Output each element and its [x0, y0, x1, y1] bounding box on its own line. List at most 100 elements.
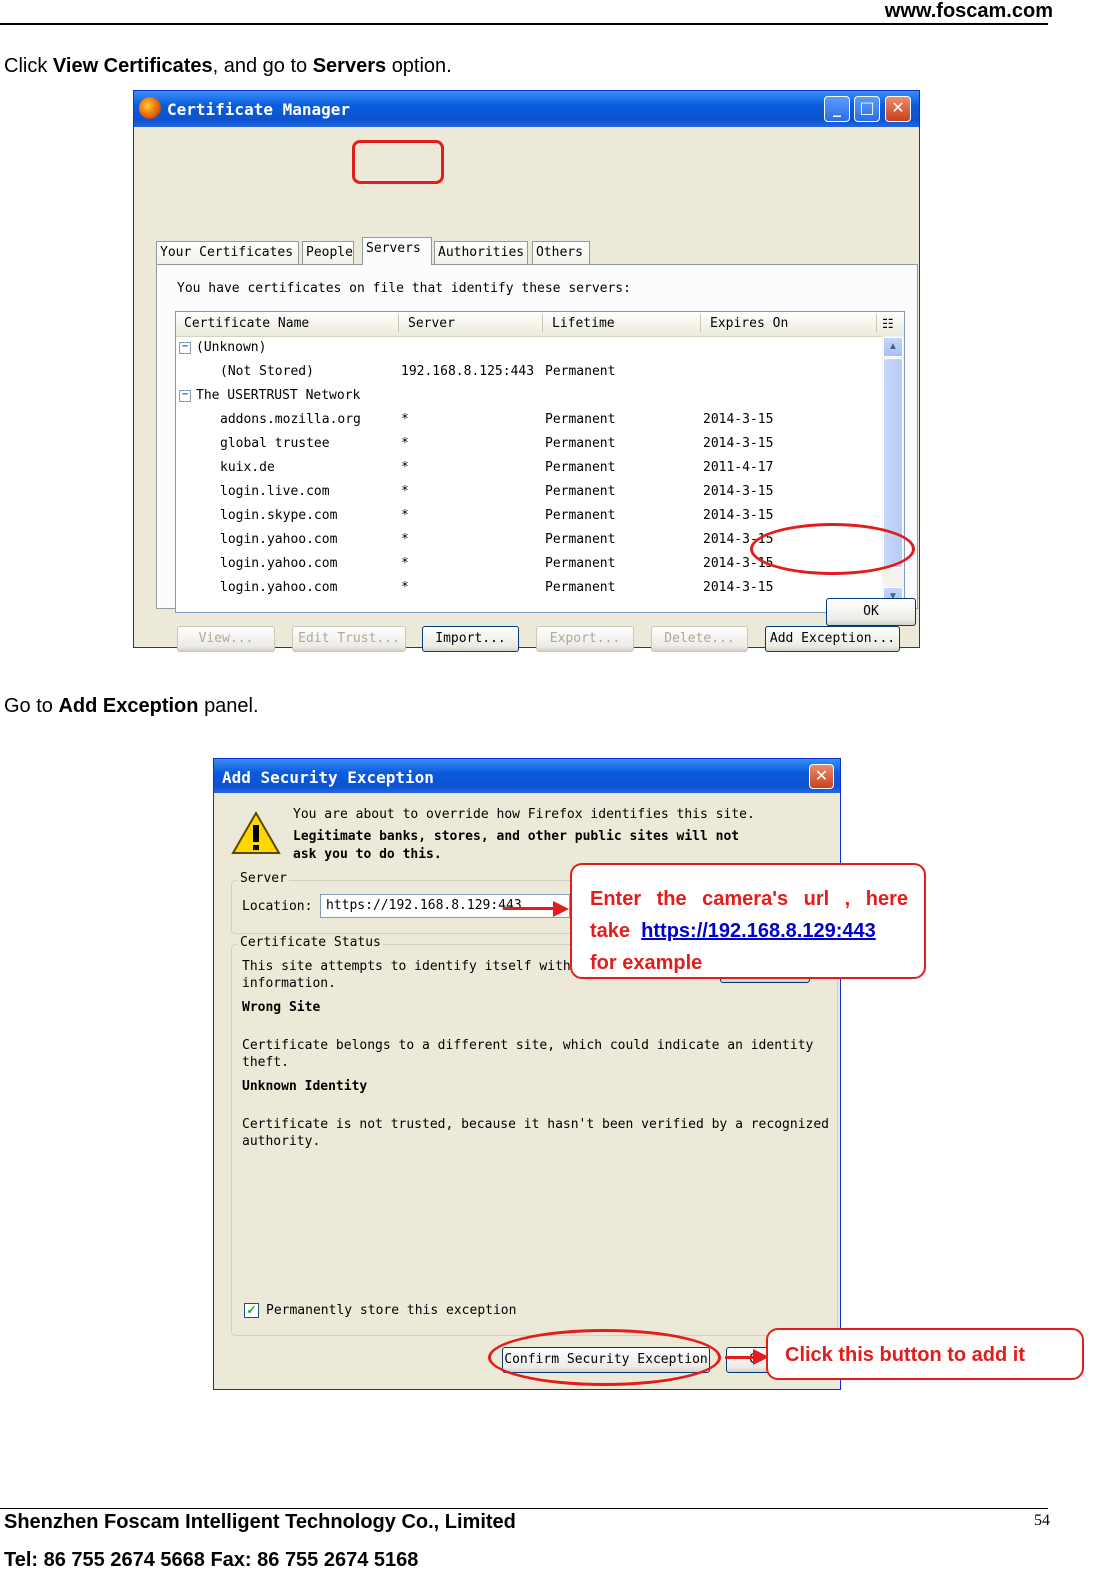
minimize-button[interactable]: _ — [824, 96, 850, 122]
site-url: www.foscam.com — [884, 0, 1053, 22]
tree-row[interactable]: (Not Stored) 192.168.8.125:443 Permanent — [176, 360, 881, 384]
cell-expires: 2014-3-15 — [703, 436, 774, 451]
step2-add-exception: Add Exception — [58, 695, 199, 717]
cell-server: 192.168.8.125:443 — [401, 364, 535, 379]
collapse-icon[interactable]: − — [179, 390, 191, 402]
cell-name: login.yahoo.com — [220, 580, 338, 595]
delete-button[interactable]: Delete... — [651, 626, 748, 652]
column-certificate-name[interactable]: Certificate Name — [184, 316, 309, 331]
column-server[interactable]: Server — [408, 316, 455, 331]
add-exception-title: Add Security Exception — [222, 768, 434, 787]
location-label: Location: — [242, 899, 313, 914]
intro-click: Click — [4, 55, 48, 77]
url-callout-link[interactable]: https://192.168.8.129:443 — [641, 920, 876, 942]
close-button[interactable]: ✕ — [885, 96, 911, 122]
step2-go-to: Go to — [4, 695, 53, 717]
tab-servers[interactable]: Servers — [362, 237, 432, 265]
warning-icon — [231, 811, 281, 854]
cell-lifetime: Permanent — [545, 580, 616, 595]
permanently-store-label[interactable]: Permanently store this exception — [266, 1303, 516, 1318]
wrong-site-desc-2: theft. — [242, 1055, 289, 1070]
url-callout-suffix: for example — [590, 952, 703, 974]
cell-server: * — [401, 580, 409, 595]
cell-name: login.yahoo.com — [220, 556, 338, 571]
tree-row[interactable]: login.skype.com * Permanent 2014-3-15 — [176, 504, 881, 528]
warning-line-1: You are about to override how Firefox id… — [293, 807, 755, 822]
tab-others[interactable]: Others — [532, 241, 590, 265]
cell-server: * — [401, 532, 409, 547]
confirm-callout-text: Click this button to add it — [785, 1344, 1025, 1366]
cell-lifetime: Permanent — [545, 460, 616, 475]
cell-name: login.skype.com — [220, 508, 338, 523]
cell-expires: 2014-3-15 — [703, 412, 774, 427]
cell-server: * — [401, 484, 409, 499]
add-exception-titlebar: Add Security Exception ✕ — [214, 759, 840, 793]
intro-option: option. — [391, 55, 452, 77]
tree-row[interactable]: addons.mozilla.org * Permanent 2014-3-15 — [176, 408, 881, 432]
cell-server: * — [401, 508, 409, 523]
url-callout-text: Enter the camera's url , here take https… — [590, 883, 908, 979]
cell-name: (Not Stored) — [220, 364, 314, 379]
certificate-status-fieldset: Certificate Status This site attempts to… — [231, 935, 838, 1336]
tree-row[interactable]: login.yahoo.com * Permanent 2014-3-15 — [176, 576, 881, 600]
servers-tab-highlight — [352, 140, 444, 184]
import-button[interactable]: Import... — [422, 626, 519, 652]
location-arrow-head-icon — [553, 901, 569, 917]
warning-line-2: Legitimate banks, stores, and other publ… — [293, 829, 740, 844]
location-input[interactable]: https://192.168.8.129:443 — [320, 894, 570, 918]
status-line-1: This site attempts to identify itself wi… — [242, 959, 587, 974]
column-picker-icon[interactable]: ☷ — [882, 316, 894, 332]
url-callout: Enter the camera's url , here take https… — [570, 863, 926, 979]
cell-server: * — [401, 556, 409, 571]
scroll-up-icon[interactable]: ▲ — [883, 337, 903, 357]
firefox-icon — [139, 97, 161, 119]
tree-body: − (Unknown) (Not Stored) 192.168.8.125:4… — [176, 336, 881, 612]
step2-paragraph: Go to Add Exception panel. — [4, 695, 259, 718]
cell-server: * — [401, 436, 409, 451]
server-legend: Server — [238, 871, 289, 886]
tree-row[interactable]: global trustee * Permanent 2014-3-15 — [176, 432, 881, 456]
collapse-icon[interactable]: − — [179, 342, 191, 354]
unknown-identity-heading: Unknown Identity — [242, 1079, 368, 1094]
ok-button[interactable]: OK — [826, 598, 916, 626]
column-lifetime[interactable]: Lifetime — [552, 316, 615, 331]
cell-expires: 2014-3-15 — [703, 484, 774, 499]
view-button[interactable]: View... — [177, 626, 275, 652]
cell-expires: 2014-3-15 — [703, 580, 774, 595]
step2-panel: panel. — [204, 695, 259, 717]
tree-group-row[interactable]: − (Unknown) — [176, 336, 881, 360]
cell-name: login.yahoo.com — [220, 532, 338, 547]
permanently-store-checkbox[interactable]: ✓ — [244, 1303, 259, 1318]
edit-trust-button[interactable]: Edit Trust... — [292, 626, 406, 652]
add-security-exception-window: Add Security Exception ✕ You are about t… — [213, 758, 841, 1390]
maximize-button[interactable]: □ — [854, 96, 880, 122]
close-button[interactable]: ✕ — [809, 764, 834, 789]
certificate-status-legend: Certificate Status — [238, 935, 383, 950]
tree-group-row[interactable]: − The USERTRUST Network — [176, 384, 881, 408]
tab-your-certificates[interactable]: Your Certificates — [156, 241, 299, 265]
footer-company: Shenzhen Foscam Intelligent Technology C… — [4, 1511, 516, 1533]
column-expires-on[interactable]: Expires On — [710, 316, 788, 331]
unknown-desc-1: Certificate is not trusted, because it h… — [242, 1117, 829, 1132]
group-name: The USERTRUST Network — [196, 388, 361, 403]
page-number: 54 — [1034, 1512, 1050, 1529]
cell-server: * — [401, 412, 409, 427]
export-button[interactable]: Export... — [536, 626, 634, 652]
cell-expires: 2014-3-15 — [703, 508, 774, 523]
cell-lifetime: Permanent — [545, 484, 616, 499]
tab-people[interactable]: People — [302, 241, 354, 265]
cell-name: login.live.com — [220, 484, 330, 499]
status-line-2: information. — [242, 976, 336, 991]
tree-row[interactable]: kuix.de * Permanent 2011-4-17 — [176, 456, 881, 480]
footer-tel: Tel: 86 755 2674 5668 Fax: 86 755 2674 5… — [4, 1549, 419, 1571]
tree-scrollbar[interactable]: ▲ ▼ — [882, 336, 904, 612]
cell-expires: 2011-4-17 — [703, 460, 774, 475]
location-arrow-line — [503, 907, 557, 910]
cell-name: kuix.de — [220, 460, 275, 475]
tab-authorities[interactable]: Authorities — [434, 241, 528, 265]
confirm-callout: Click this button to add it — [766, 1328, 1084, 1380]
tree-row[interactable]: login.live.com * Permanent 2014-3-15 — [176, 480, 881, 504]
intro-paragraph: Click View Certificates, and go to Serve… — [4, 55, 452, 78]
wrong-site-desc-1: Certificate belongs to a different site,… — [242, 1038, 814, 1053]
add-exception-button[interactable]: Add Exception... — [765, 626, 900, 652]
